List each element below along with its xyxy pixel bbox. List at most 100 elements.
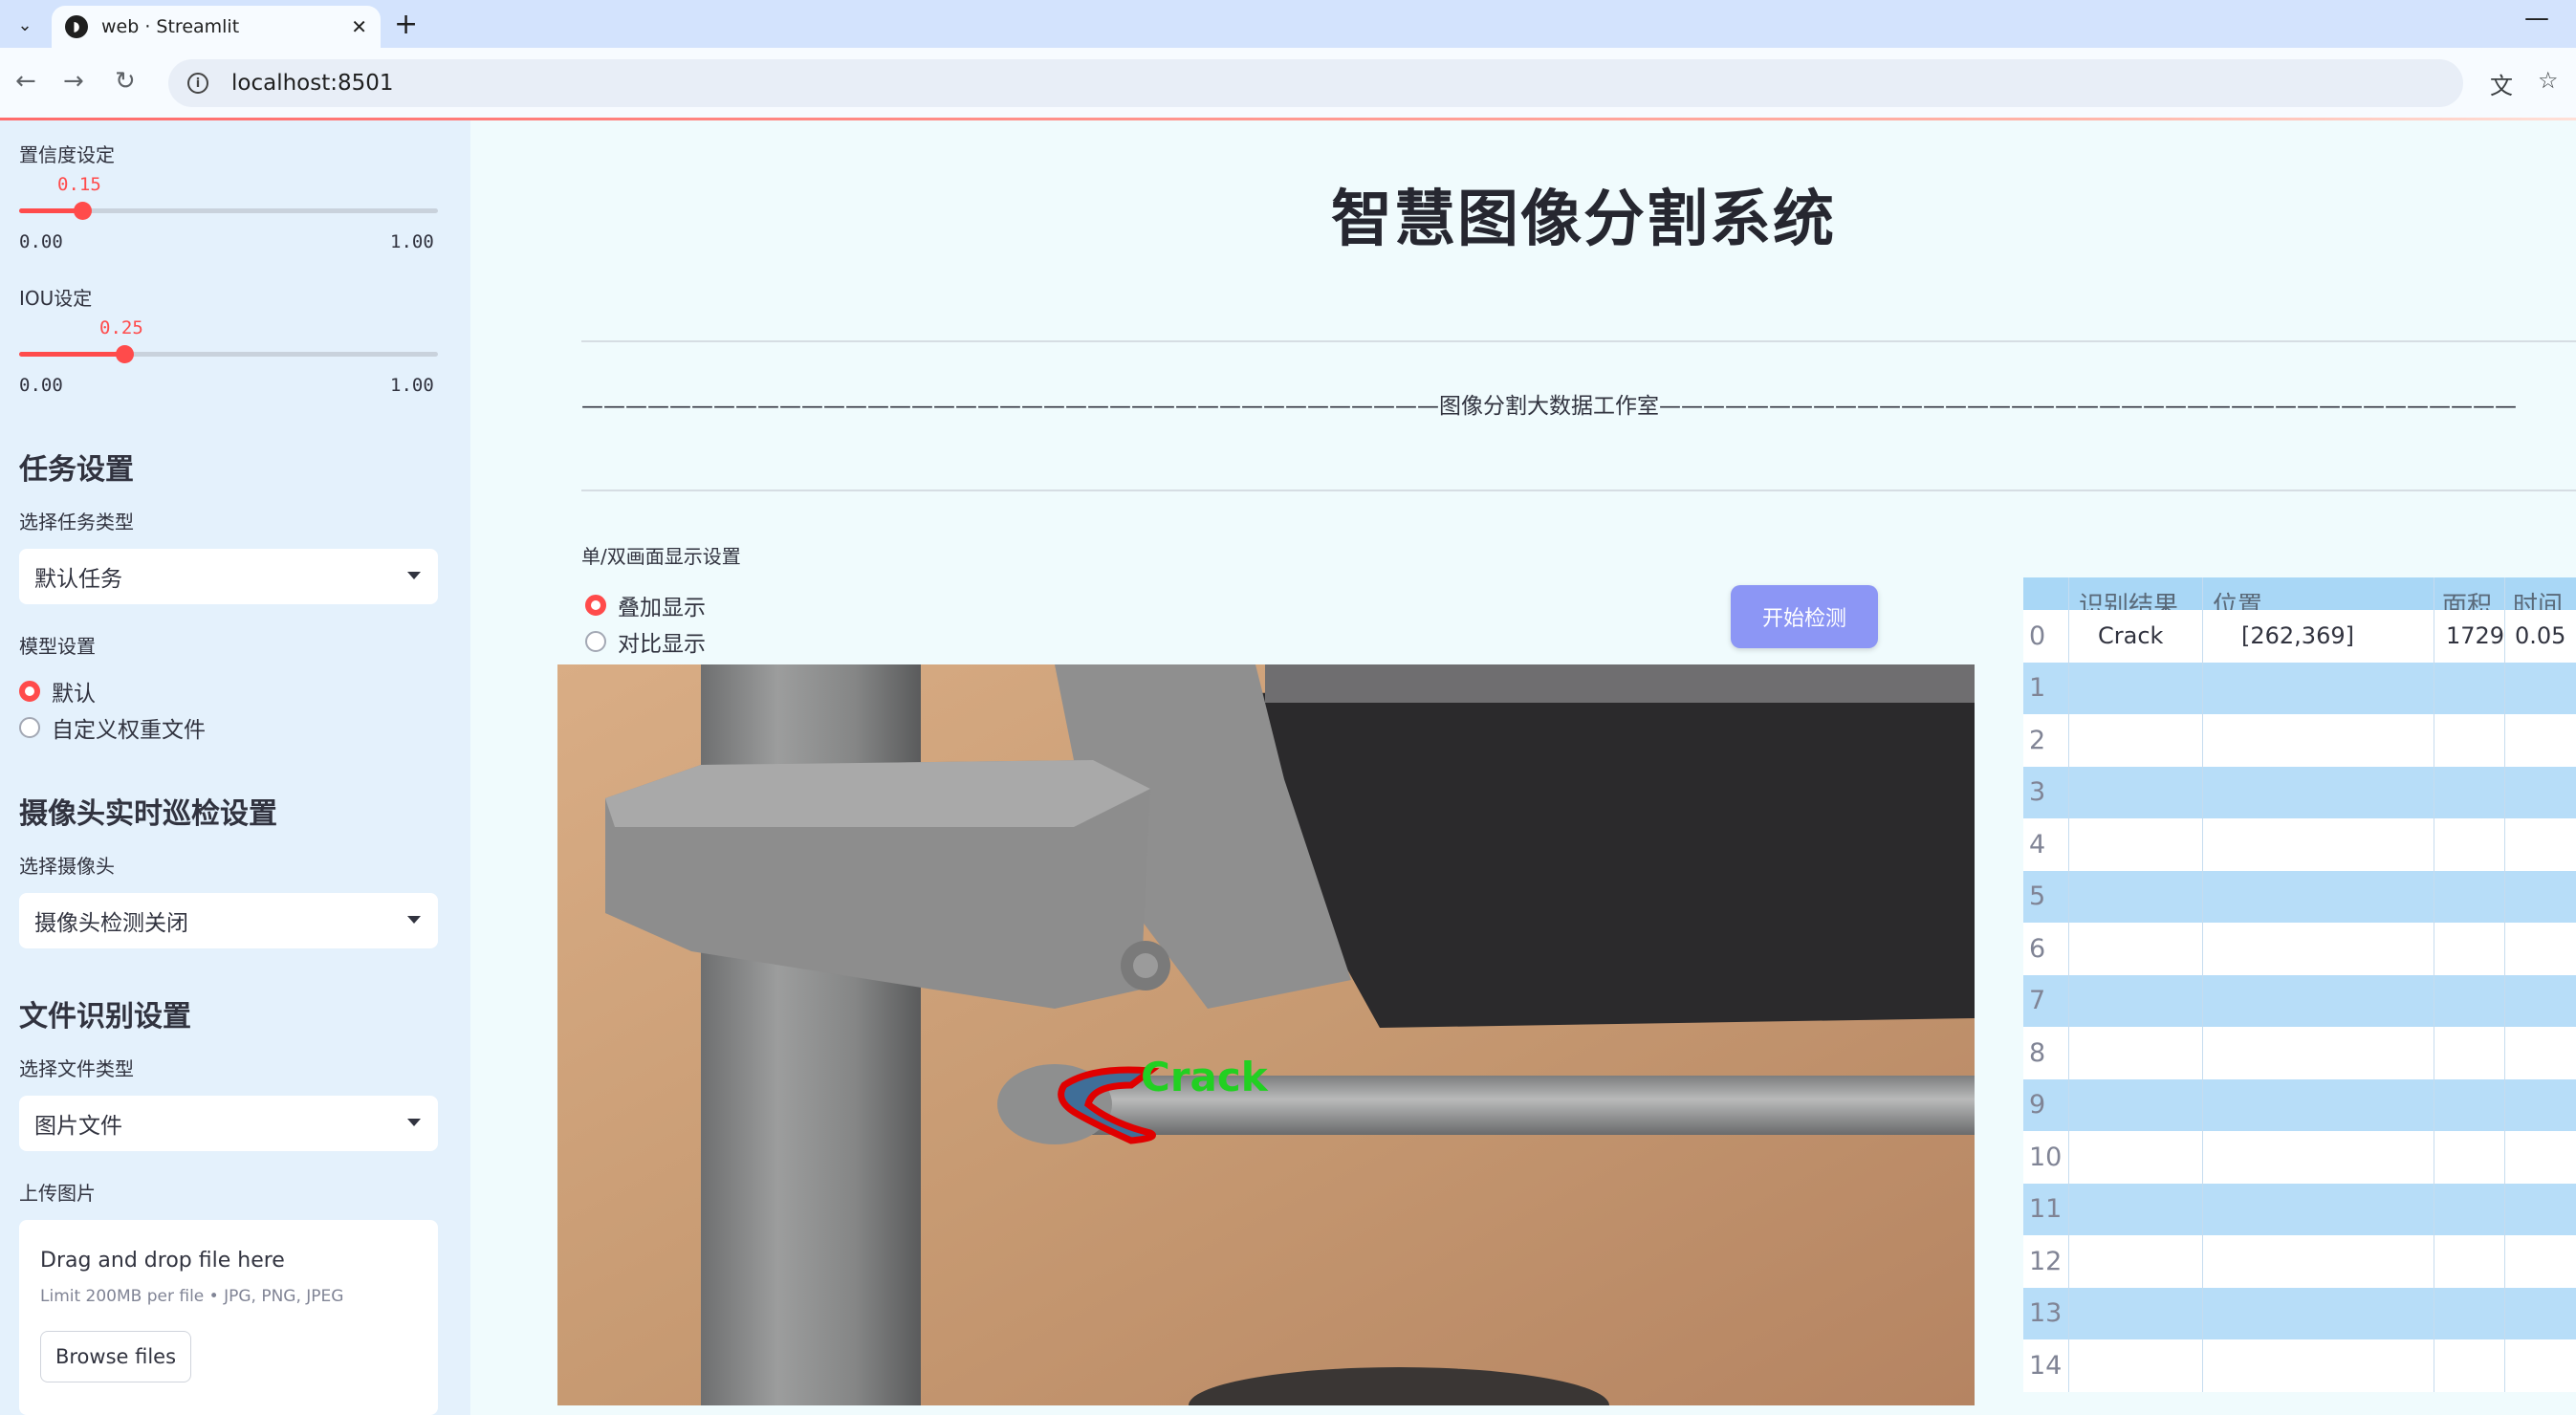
cell-result [2069, 974, 2203, 1027]
radio-unselected-icon[interactable] [585, 631, 606, 652]
cell-time [2505, 1079, 2576, 1132]
cell-result [2069, 1027, 2203, 1079]
radio-unselected-icon[interactable] [19, 717, 40, 738]
url-omnibox[interactable]: i localhost:8501 [168, 59, 2463, 107]
cell-position [2203, 870, 2434, 923]
browser-address-bar: ← → ↻ i localhost:8501 ⽂ ☆ [0, 48, 2576, 119]
detection-result-image: Crack [557, 664, 1975, 1405]
forward-arrow-icon[interactable]: → [63, 67, 84, 96]
display-option-overlay-label: 叠加显示 [618, 596, 706, 620]
table-row[interactable]: 12 [2023, 1235, 2576, 1288]
cell-position [2203, 923, 2434, 975]
cell-time [2505, 767, 2576, 819]
cell-result [2069, 714, 2203, 767]
table-row[interactable]: 9 [2023, 1078, 2576, 1132]
sidebar: 置信度设定 0.15 0.00 1.00 IOU设定 0.25 0.00 1.0… [0, 120, 470, 1415]
reload-icon[interactable]: ↻ [115, 67, 136, 96]
camera-select-value: 摄像头检测关闭 [34, 911, 188, 936]
row-index: 4 [2023, 818, 2069, 871]
camera-select[interactable]: 摄像头检测关闭 [19, 893, 438, 948]
table-row[interactable]: 6 [2023, 923, 2576, 975]
cell-position [2203, 1235, 2434, 1288]
start-detection-button[interactable]: 开始检测 [1731, 585, 1878, 648]
model-option-custom-label: 自定义权重文件 [52, 718, 206, 743]
table-row[interactable]: 8 [2023, 1027, 2576, 1079]
browse-files-button[interactable]: Browse files [40, 1331, 191, 1382]
camera-settings-heading: 摄像头实时巡检设置 [19, 797, 277, 831]
cell-area [2434, 1078, 2505, 1131]
tab-search-chevron-icon[interactable]: ⌄ [10, 10, 40, 40]
cell-time: 0.05 [2515, 622, 2566, 650]
divider-top [581, 340, 2576, 342]
cell-result [2069, 1078, 2203, 1131]
model-option-default[interactable]: 默认 [19, 675, 96, 708]
cell-area [2434, 1287, 2505, 1339]
table-row[interactable]: 2 [2023, 714, 2576, 767]
translate-icon[interactable]: ⽂ [2490, 67, 2513, 100]
cell-area [2434, 662, 2505, 714]
table-row[interactable]: 5 [2023, 870, 2576, 923]
task-settings-heading: 任务设置 [19, 453, 134, 487]
url-text[interactable]: localhost:8501 [231, 71, 394, 96]
iou-slider[interactable] [19, 345, 438, 363]
radio-selected-icon[interactable] [585, 595, 606, 616]
cell-result [2069, 662, 2203, 714]
model-option-custom[interactable]: 自定义权重文件 [19, 711, 206, 744]
bookmark-star-icon[interactable]: ☆ [2538, 67, 2559, 94]
table-row[interactable]: 10 [2023, 1131, 2576, 1184]
cell-position [2203, 1131, 2434, 1184]
table-row[interactable]: 13 [2023, 1287, 2576, 1340]
window-minimize-icon[interactable]: — [2524, 4, 2549, 33]
row-index: 2 [2023, 714, 2069, 767]
tab-title: web · Streamlit [101, 16, 240, 37]
tab-close-icon[interactable]: ✕ [351, 15, 367, 38]
results-table: 识别结果 位置 面积 时间 0 Crack [262,369] 1729 0.05 1 2 3… [2023, 577, 2576, 1415]
cell-result [2069, 1235, 2203, 1288]
cell-area [2434, 1027, 2505, 1079]
iou-slider-thumb[interactable] [115, 345, 134, 363]
cell-result [2069, 870, 2203, 923]
table-row[interactable]: 3 [2023, 766, 2576, 819]
confidence-slider-thumb[interactable] [73, 202, 92, 220]
cell-time [2505, 1235, 2576, 1288]
file-type-label: 选择文件类型 [19, 1057, 134, 1080]
file-dropzone[interactable]: Drag and drop file here Limit 200MB per … [19, 1220, 438, 1415]
cell-time [2505, 1288, 2576, 1340]
back-arrow-icon[interactable]: ← [15, 67, 36, 96]
table-row[interactable]: 11 [2023, 1183, 2576, 1235]
confidence-slider[interactable] [19, 202, 438, 220]
table-row[interactable]: 0 Crack [262,369] 1729 0.05 [2023, 610, 2576, 663]
iou-value: 0.25 [99, 317, 143, 338]
dropzone-limit: Limit 200MB per file • JPG, PNG, JPEG [40, 1287, 344, 1306]
browser-tab-bar: ⌄ ◗ web · Streamlit ✕ + — [0, 0, 2576, 48]
cell-area [2434, 766, 2505, 818]
cell-time [2505, 1131, 2576, 1184]
new-tab-icon[interactable]: + [394, 8, 418, 41]
iou-min: 0.00 [19, 375, 63, 396]
upload-label: 上传图片 [19, 1182, 96, 1205]
row-index: 1 [2023, 662, 2069, 714]
dropzone-title: Drag and drop file here [40, 1249, 285, 1273]
cell-result [2069, 1131, 2203, 1184]
row-index: 5 [2023, 870, 2069, 923]
row-index: 10 [2023, 1131, 2069, 1184]
table-row[interactable]: 1 [2023, 662, 2576, 714]
cell-area [2434, 714, 2505, 767]
cell-area [2434, 1235, 2505, 1288]
table-row[interactable]: 7 [2023, 974, 2576, 1027]
table-row[interactable]: 14 [2023, 1339, 2576, 1392]
cell-position [2203, 974, 2434, 1027]
cell-area [2434, 974, 2505, 1027]
cell-time [2505, 923, 2576, 975]
cell-time [2505, 1339, 2576, 1392]
task-type-select[interactable]: 默认任务 [19, 549, 438, 604]
cell-result [2069, 766, 2203, 818]
table-row[interactable]: 4 [2023, 818, 2576, 871]
display-option-compare[interactable]: 对比显示 [585, 625, 706, 658]
display-option-overlay[interactable]: 叠加显示 [585, 589, 706, 621]
confidence-value: 0.15 [57, 174, 101, 195]
radio-selected-icon[interactable] [19, 681, 40, 702]
file-type-select[interactable]: 图片文件 [19, 1096, 438, 1151]
browser-tab[interactable]: ◗ web · Streamlit ✕ [52, 6, 381, 48]
site-info-icon[interactable]: i [187, 73, 208, 94]
